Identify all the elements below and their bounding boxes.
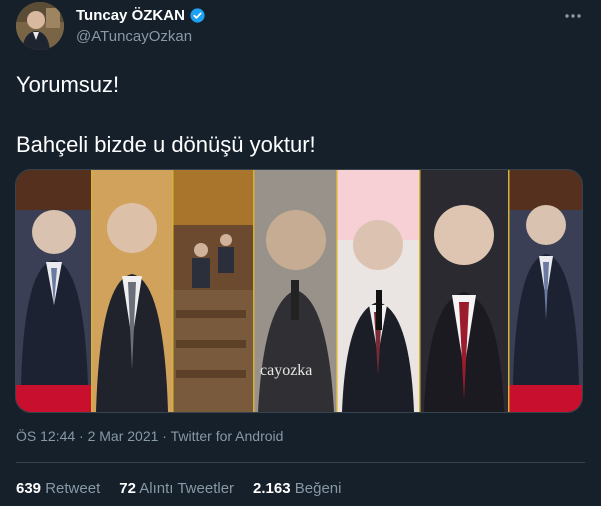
tweet-card: Tuncay ÖZKAN @ATuncayOzkan Yorumsuz! Bah… xyxy=(0,0,601,506)
retweet-count: 639 xyxy=(16,480,42,497)
like-count: 2.163 xyxy=(253,480,291,497)
more-options-icon[interactable] xyxy=(561,4,585,28)
tweet-timestamp-source[interactable]: ÖS 12:44 · 2 Mar 2021 · Twitter for Andr… xyxy=(16,428,283,444)
quote-tweets-link[interactable]: 72 Alıntı Tweetler xyxy=(119,480,234,497)
avatar-image xyxy=(16,2,64,50)
tweet-text-line-2: Bahçeli bizde u dönüşü yoktur! xyxy=(16,132,316,157)
like-label: Beğeni xyxy=(294,480,342,497)
tweet-text-line-1: Yorumsuz! xyxy=(16,72,120,97)
avatar[interactable] xyxy=(16,2,64,50)
quote-count: 72 xyxy=(119,480,136,497)
retweet-count-link[interactable]: 639 Retweet xyxy=(16,480,100,497)
author-name-row[interactable]: Tuncay ÖZKAN xyxy=(76,7,206,24)
video-watermark: cayozka xyxy=(260,362,312,379)
divider xyxy=(16,462,585,463)
tweet-media-video[interactable]: cayozka xyxy=(15,169,583,413)
quote-label: Alıntı Tweetler xyxy=(139,480,235,497)
verified-badge-icon xyxy=(190,8,205,23)
author-display-name[interactable]: Tuncay ÖZKAN xyxy=(76,7,185,24)
video-collage-image: cayozka xyxy=(16,170,582,412)
tweet-stats: 639 Retweet 72 Alıntı Tweetler 2.163 Beğ… xyxy=(16,480,360,497)
likes-link[interactable]: 2.163 Beğeni xyxy=(253,480,341,497)
author-handle[interactable]: @ATuncayOzkan xyxy=(76,28,192,45)
retweet-label: Retweet xyxy=(45,480,101,497)
